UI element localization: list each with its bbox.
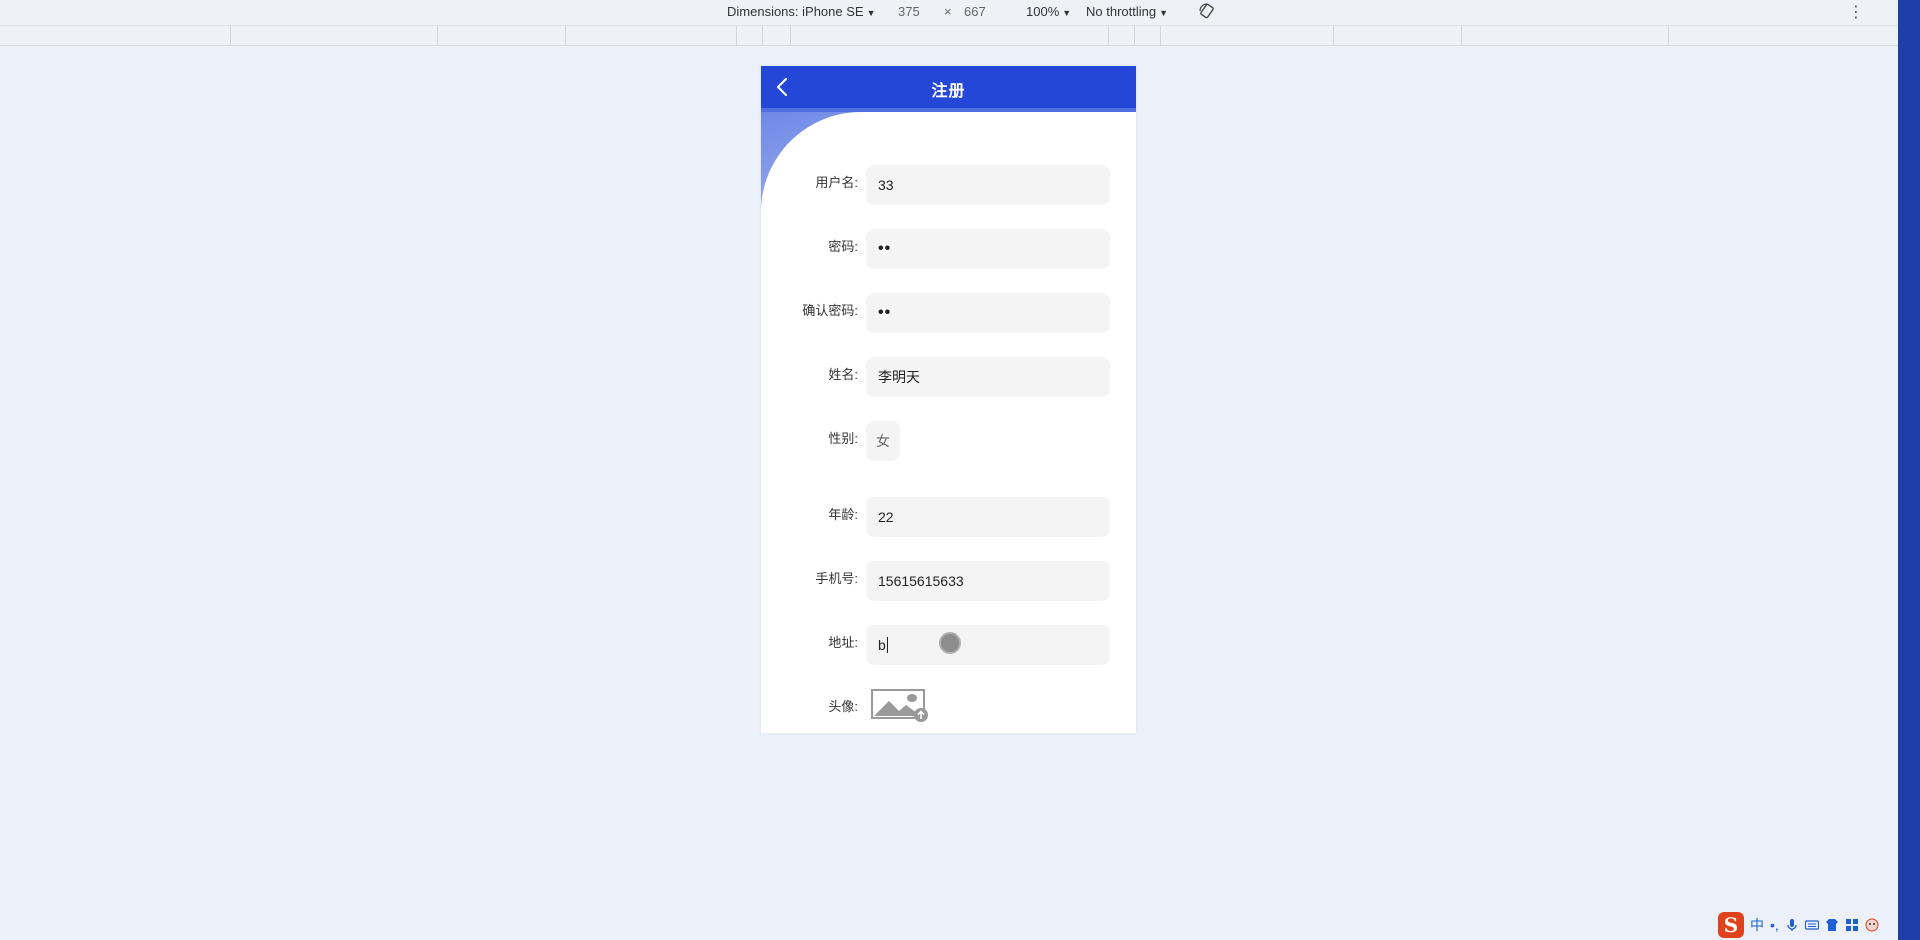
times-sign: × [944,4,952,19]
text-cursor [886,637,888,653]
password-label: 密码: [828,239,858,254]
image-upload-icon[interactable] [871,689,931,725]
chevron-down-icon: ▼ [1062,8,1072,18]
rotate-icon [1199,3,1214,19]
keyboard-icon[interactable] [1804,918,1819,932]
rotate-button[interactable] [1198,2,1216,23]
zoom-label: 100% [1026,4,1060,19]
ime-tray: S 中 •, [1718,910,1879,940]
username-row: 用户名: 33 [761,165,1136,205]
age-label: 年龄: [828,507,858,522]
media-query-ruler [0,26,1900,46]
height-input[interactable]: 667 [964,4,986,19]
throttling-select[interactable]: No throttling ▼ [1086,4,1168,19]
password-row: 密码: •• [761,229,1136,269]
avatar-label: 头像: [828,699,858,714]
nav-bar: 注册 [761,66,1136,108]
mascot-icon[interactable] [1865,918,1879,932]
ime-language-toggle[interactable]: 中 [1750,915,1764,935]
address-value: b [878,637,886,653]
microphone-icon[interactable] [1785,918,1799,932]
sogou-ime-icon[interactable]: S [1718,912,1744,938]
dimensions-label: Dimensions: iPhone SE [727,4,864,19]
chevron-down-icon: ▼ [1159,8,1169,18]
device-toolbar: Dimensions: iPhone SE ▼ 375 × 667 100% ▼ N… [0,0,1900,26]
name-label: 姓名: [828,367,858,382]
width-input[interactable]: 375 [898,4,920,19]
confirm-password-input[interactable]: •• [866,293,1110,333]
confirm-password-label: 确认密码: [802,303,858,318]
address-label: 地址: [828,635,858,650]
zoom-select[interactable]: 100% ▼ [1026,4,1071,19]
image-icon [871,689,928,722]
touch-pointer-indicator [939,632,961,654]
toolbox-icon[interactable] [1845,918,1859,932]
name-input[interactable]: 李明天 [866,357,1110,397]
phone-row: 手机号: 15615615633 [761,561,1136,601]
phone-label: 手机号: [815,571,858,586]
gender-picker[interactable]: 女 [866,421,900,461]
age-row: 年龄: 22 [761,497,1136,537]
window-edge [1898,0,1920,940]
dimensions-select[interactable]: Dimensions: iPhone SE ▼ [727,4,876,19]
more-options-button[interactable]: ⋮ [1848,2,1864,22]
username-input[interactable]: 33 [866,165,1110,205]
password-input[interactable]: •• [866,229,1110,269]
page-title: 注册 [931,83,966,100]
confirm-password-row: 确认密码: •• [761,293,1136,333]
username-label: 用户名: [815,175,858,190]
phone-input[interactable]: 15615615633 [866,561,1110,601]
gender-row: 性别: 女 [761,421,1136,461]
device-viewport: 注册 用户名: 33 密码: •• 确认密码: •• 姓名: 李明天 性别: 女… [761,66,1136,733]
throttling-label: No throttling [1086,4,1157,19]
avatar-row: 头像: [761,689,1136,729]
age-input[interactable]: 22 [866,497,1110,537]
name-row: 姓名: 李明天 [761,357,1136,397]
gender-label: 性别: [828,431,858,446]
ime-punctuation-toggle[interactable]: •, [1770,917,1779,933]
address-input[interactable]: b [866,625,1110,665]
skin-icon[interactable] [1825,918,1839,932]
address-row: 地址: b [761,625,1136,665]
chevron-down-icon: ▼ [866,8,876,18]
